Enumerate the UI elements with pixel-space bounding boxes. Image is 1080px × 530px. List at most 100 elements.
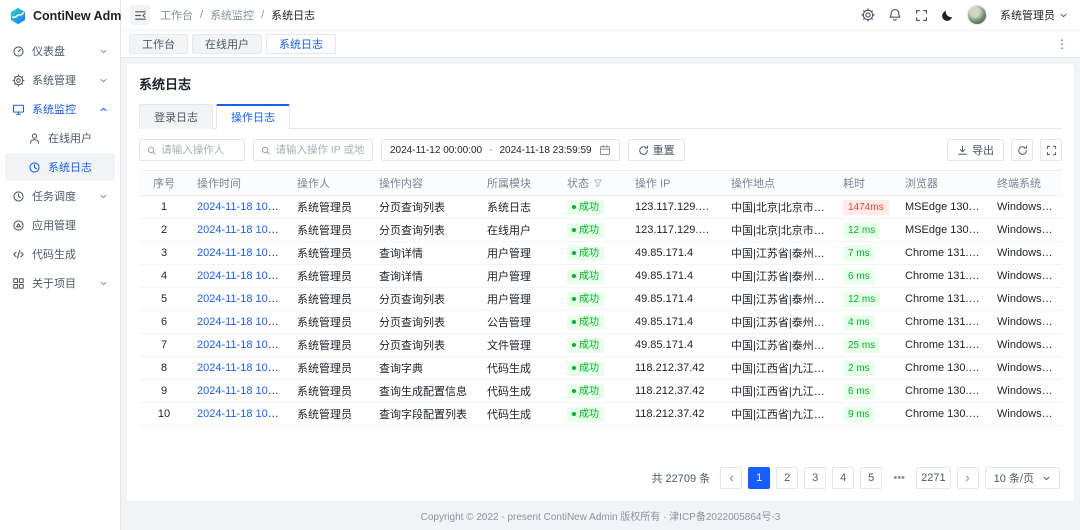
log-type-tabs: 登录日志操作日志 [139, 103, 1062, 129]
nav-tab-system-logs[interactable]: 系统日志 [266, 34, 336, 54]
operator-search-input[interactable] [161, 144, 237, 156]
cell-browser: MSEdge 130.0.0.0 [897, 219, 989, 242]
log-detail-link[interactable]: 2024-11-18 10:51:53 [197, 316, 289, 328]
settings-icon[interactable] [861, 8, 875, 22]
chevron-up-icon [99, 105, 108, 114]
table-row: 102024-11-18 10:51:49系统管理员查询字段配置列表代码生成成功… [139, 403, 1062, 426]
column-header-os: 终端系统 [989, 171, 1062, 196]
status-badge: 成功 [567, 407, 604, 422]
sidebar-item-online-users[interactable]: 在线用户 [5, 124, 115, 152]
cell-no: 6 [139, 311, 189, 334]
breadcrumb-item[interactable]: 系统监控 [210, 7, 254, 23]
log-detail-link[interactable]: 2024-11-18 10:51:55 [197, 293, 289, 305]
cell-operator: 系统管理员 [289, 196, 371, 219]
table-row: 72024-11-18 10:51:52系统管理员分页查询列表文件管理成功49.… [139, 334, 1062, 357]
reset-button[interactable]: 重置 [628, 139, 685, 161]
cell-location: 中国|江西省|九江市|... [723, 380, 835, 403]
sidebar-item-code-generation[interactable]: 代码生成 [5, 240, 115, 268]
tab-login-log[interactable]: 登录日志 [139, 104, 213, 129]
status-badge: 成功 [567, 200, 604, 215]
date-range-picker[interactable]: 2024-11-12 00:00:00 - 2024-11-18 23:59:5… [381, 139, 620, 161]
log-detail-link[interactable]: 2024-11-18 10:51:52 [197, 339, 289, 351]
sidebar-item-dashboard[interactable]: 仪表盘 [5, 37, 115, 65]
nav-tab-workbench[interactable]: 工作台 [129, 34, 188, 54]
app-window: ContiNew Admin 仪表盘系统管理系统监控在线用户系统日志任务调度应用… [0, 0, 1080, 530]
table-fullscreen-button[interactable] [1040, 139, 1062, 161]
date-end-value[interactable]: 2024-11-18 23:59:59 [499, 145, 591, 156]
notification-bell-icon[interactable] [888, 8, 902, 22]
cell-ip: 123.117.129.251 [627, 219, 723, 242]
sidebar-item-task-schedule[interactable]: 任务调度 [5, 182, 115, 210]
log-detail-link[interactable]: 2024-11-18 10:52:55 [197, 201, 289, 213]
fullscreen-icon[interactable] [915, 9, 928, 22]
log-detail-link[interactable]: 2024-11-18 10:51:49 [197, 408, 289, 420]
column-header-browser: 浏览器 [897, 171, 989, 196]
sidebar-item-system-monitor[interactable]: 系统监控 [5, 95, 115, 123]
ip-search-field[interactable] [253, 139, 373, 161]
ip-search-input[interactable] [275, 144, 365, 156]
cell-ip: 123.117.129.251 [627, 196, 723, 219]
user-menu[interactable]: 系统管理员 [1000, 7, 1068, 23]
cell-time: 2024-11-18 10:52:12 [189, 242, 289, 265]
cell-no: 1 [139, 196, 189, 219]
page-button-2[interactable]: 2 [776, 467, 798, 489]
nav-tab-online-users[interactable]: 在线用户 [192, 34, 262, 54]
cell-no: 5 [139, 288, 189, 311]
table-row: 82024-11-18 10:51:50系统管理员查询字典代码生成成功118.2… [139, 357, 1062, 380]
status-badge: 成功 [567, 384, 604, 399]
page-button-5[interactable]: 5 [860, 467, 882, 489]
sidebar-item-app-management[interactable]: 应用管理 [5, 211, 115, 239]
dark-mode-moon-icon[interactable] [941, 9, 954, 22]
table-row: 52024-11-18 10:51:55系统管理员分页查询列表用户管理成功49.… [139, 288, 1062, 311]
column-header-operator: 操作人 [289, 171, 371, 196]
sidebar-item-system-management[interactable]: 系统管理 [5, 66, 115, 94]
sidebar-item-system-logs[interactable]: 系统日志 [5, 153, 115, 181]
prev-page-button[interactable] [720, 467, 742, 489]
topbar-actions: 系统管理员 [861, 5, 1068, 25]
cell-status: 成功 [559, 311, 627, 334]
sidebar-item-label: 系统管理 [32, 72, 76, 88]
cell-location: 中国|江苏省|泰州市|... [723, 311, 835, 334]
cell-cost: 2 ms [835, 357, 897, 380]
tabs-more-icon[interactable]: ⋮ [1052, 37, 1072, 51]
status-badge: 成功 [567, 223, 604, 238]
sidebar-item-about-project[interactable]: 关于项目 [5, 269, 115, 297]
log-detail-link[interactable]: 2024-11-18 10:52:47 [197, 224, 289, 236]
cell-cost: 6 ms [835, 265, 897, 288]
next-page-button[interactable] [957, 467, 979, 489]
menu-fold-icon[interactable] [130, 5, 150, 25]
cost-badge: 25 ms [843, 338, 880, 353]
page-button-2271[interactable]: 2271 [916, 467, 950, 489]
column-header-status: 状态 [559, 171, 627, 196]
tab-operation-log[interactable]: 操作日志 [216, 104, 290, 129]
chevron-down-icon [99, 192, 108, 201]
page-button-4[interactable]: 4 [832, 467, 854, 489]
cell-cost: 6 ms [835, 380, 897, 403]
table-toolbar: 导出 [947, 139, 1062, 161]
export-button[interactable]: 导出 [947, 139, 1004, 161]
log-detail-link[interactable]: 2024-11-18 10:51:50 [197, 362, 289, 374]
user-avatar[interactable] [967, 5, 987, 25]
user-name: 系统管理员 [1000, 7, 1055, 23]
app-logo[interactable]: ContiNew Admin [0, 0, 120, 32]
cell-browser: Chrome 130.0.0.0 [897, 357, 989, 380]
date-start-value[interactable]: 2024-11-12 00:00:00 [390, 145, 482, 156]
cell-location: 中国|江苏省|泰州市|... [723, 265, 835, 288]
search-icon [147, 145, 156, 156]
log-detail-link[interactable]: 2024-11-18 10:51:49 [197, 385, 289, 397]
log-detail-link[interactable]: 2024-11-18 10:52:12 [197, 247, 289, 259]
page-button-1[interactable]: 1 [748, 467, 770, 489]
app-icon [12, 219, 25, 232]
cell-module: 用户管理 [479, 242, 559, 265]
status-dot-icon [572, 366, 576, 370]
breadcrumb-item[interactable]: 工作台 [160, 7, 193, 23]
page-size-select[interactable]: 10 条/页 [985, 467, 1060, 489]
cell-time: 2024-11-18 10:52:55 [189, 196, 289, 219]
operator-search-field[interactable] [139, 139, 245, 161]
cell-no: 10 [139, 403, 189, 426]
log-detail-link[interactable]: 2024-11-18 10:52:05 [197, 270, 289, 282]
cell-no: 2 [139, 219, 189, 242]
refresh-table-button[interactable] [1011, 139, 1033, 161]
page-button-3[interactable]: 3 [804, 467, 826, 489]
filter-icon[interactable] [593, 178, 603, 188]
